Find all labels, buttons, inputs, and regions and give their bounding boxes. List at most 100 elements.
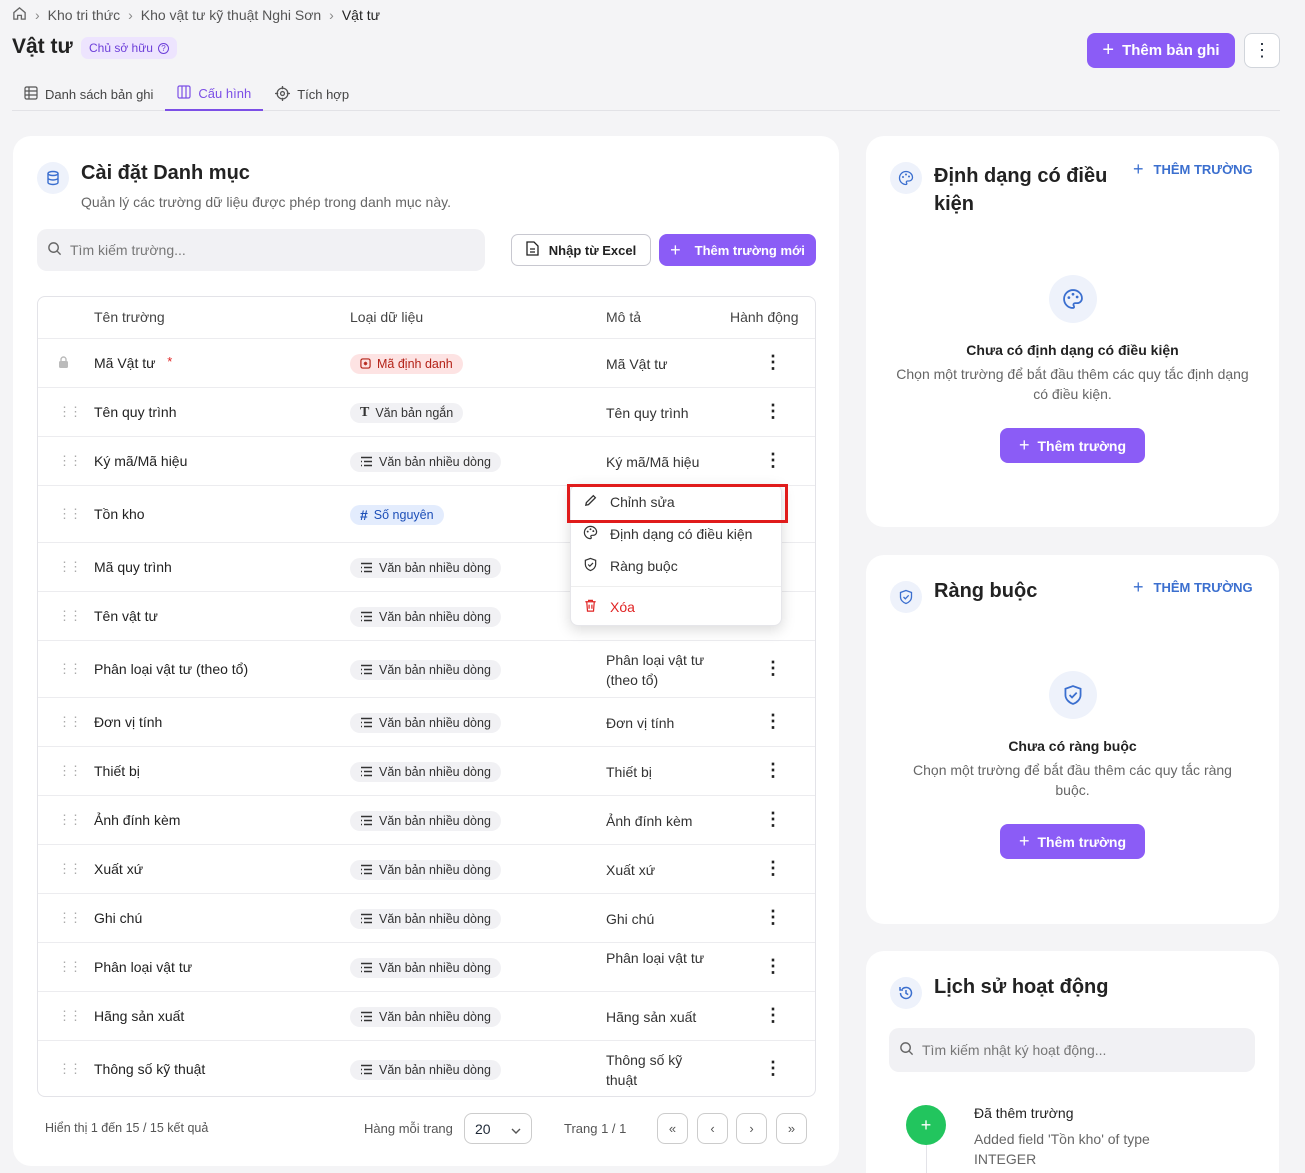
field-name: Ảnh đính kèm <box>94 811 181 828</box>
table-row[interactable]: ⋮⋮ Đơn vị tính Văn bản nhiều dòng Đơn vị tí… <box>38 697 815 746</box>
data-type-badge: # Số nguyên <box>350 504 444 525</box>
table-row[interactable]: ⋮⋮ Thông số kỹ thuật Văn bản nhiều dòng Thô… <box>38 1040 815 1096</box>
shield-icon <box>583 557 598 575</box>
field-search[interactable]: Tìm kiếm trường... <box>37 229 485 271</box>
field-description: Xuất xứ <box>606 861 656 878</box>
tab-config[interactable]: Cấu hình <box>165 78 264 111</box>
data-type-label: Văn bản ngắn <box>375 405 454 420</box>
help-icon[interactable]: ? <box>157 42 169 54</box>
import-excel-button[interactable]: Nhập từ Excel <box>511 234 651 266</box>
more-options-button[interactable]: ⋮ <box>1244 33 1280 68</box>
plus-icon: + <box>1018 831 1030 851</box>
drag-handle-icon[interactable]: ⋮⋮ <box>58 453 82 469</box>
owner-badge: Chủ sở hữu ? <box>81 37 177 59</box>
field-description: Thiết bị <box>606 763 652 780</box>
home-icon[interactable] <box>12 6 27 24</box>
table-icon <box>24 86 38 103</box>
drag-handle-icon[interactable]: ⋮⋮ <box>58 661 82 677</box>
drag-handle-icon[interactable]: ⋮⋮ <box>58 404 82 420</box>
row-actions-button[interactable]: ⋮ <box>764 760 782 781</box>
drag-handle-icon[interactable]: ⋮⋮ <box>58 1061 82 1077</box>
row-actions-button[interactable]: ⋮ <box>764 450 782 471</box>
row-actions-button[interactable]: ⋮ <box>764 401 782 422</box>
id-icon <box>360 358 371 369</box>
field-name: Tên vật tư <box>94 607 158 624</box>
row-actions-button[interactable]: ⋮ <box>764 907 782 928</box>
field-name: Tồn kho <box>94 505 145 522</box>
multiline-text-icon <box>360 717 373 728</box>
drag-handle-icon[interactable]: ⋮⋮ <box>58 1008 82 1024</box>
table-row[interactable]: ⋮⋮ Phân loại vật tư (theo tổ) Văn bản nhiề… <box>38 640 815 697</box>
table-row[interactable]: ⋮⋮ Thiết bị Văn bản nhiều dòng Thiết bị ⋮ <box>38 746 815 795</box>
row-actions-button[interactable]: ⋮ <box>764 858 782 879</box>
data-type-label: Văn bản nhiều dòng <box>379 813 491 828</box>
multiline-text-icon <box>360 1064 373 1075</box>
table-row[interactable]: ⋮⋮ Ký mã/Mã hiệu Văn bản nhiều dòng Ký mã/M… <box>38 436 815 485</box>
column-header-type: Loại dữ liệu <box>350 309 424 325</box>
table-row[interactable]: ⋮⋮ Tên quy trình T Văn bản ngắn Tên quy trìn… <box>38 387 815 436</box>
drag-handle-icon[interactable]: ⋮⋮ <box>58 763 82 779</box>
hash-icon: # <box>360 506 368 523</box>
table-row[interactable]: ⋮⋮ Phân loại vật tư Văn bản nhiều dòng Phân… <box>38 942 815 991</box>
menu-item-constraint-label: Ràng buộc <box>610 558 678 574</box>
conditional-format-empty-subtitle: Chọn một trường để bắt đầu thêm các quy … <box>896 366 1249 402</box>
drag-handle-icon[interactable]: ⋮⋮ <box>58 559 82 575</box>
first-page-button[interactable]: « <box>657 1113 688 1144</box>
column-header-description: Mô tả <box>606 309 642 325</box>
row-actions-button[interactable]: ⋮ <box>764 809 782 830</box>
last-page-button[interactable]: » <box>776 1113 807 1144</box>
field-description: Tên quy trình <box>606 404 689 421</box>
table-row[interactable]: ⋮⋮ Ảnh đính kèm Văn bản nhiều dòng Ảnh đính… <box>38 795 815 844</box>
menu-item-conditional-format[interactable]: Định dạng có điều kiện <box>583 525 752 543</box>
drag-handle-icon[interactable]: ⋮⋮ <box>58 812 82 828</box>
conditional-format-add-button[interactable]: + Thêm trường <box>1000 428 1145 463</box>
row-actions-button[interactable]: ⋮ <box>764 1005 782 1026</box>
row-actions-button[interactable]: ⋮ <box>764 956 782 977</box>
constraints-add-link[interactable]: + THÊM TRƯỜNG <box>1133 577 1253 598</box>
table-row[interactable]: ⋮⋮ Ghi chú Văn bản nhiều dòng Ghi chú ⋮ <box>38 893 815 942</box>
field-description: Thông số kỹ thuật <box>606 1051 683 1088</box>
data-type-label: Văn bản nhiều dòng <box>379 715 491 730</box>
breadcrumb-item[interactable]: Kho vật tư kỹ thuật Nghi Sơn <box>141 7 321 23</box>
activity-search-placeholder: Tìm kiếm nhật ký hoạt động... <box>922 1042 1107 1058</box>
drag-handle-icon[interactable]: ⋮⋮ <box>58 714 82 730</box>
constraints-add-button[interactable]: + Thêm trường <box>1000 824 1145 859</box>
table-row[interactable]: Mã Vật tư * Mã định danh Mã Vật tư ⋮ <box>38 338 815 387</box>
drag-handle-icon[interactable]: ⋮⋮ <box>58 910 82 926</box>
data-type-badge: Văn bản nhiều dòng <box>350 659 501 680</box>
row-actions-button[interactable]: ⋮ <box>764 711 782 732</box>
table-row[interactable]: ⋮⋮ Xuất xứ Văn bản nhiều dòng Xuất xứ ⋮ <box>38 844 815 893</box>
add-new-field-button[interactable]: + Thêm trường mới <box>659 234 816 266</box>
conditional-format-add-button-label: Thêm trường <box>1037 437 1127 454</box>
constraints-add-link-label: THÊM TRƯỜNG <box>1153 580 1253 595</box>
lock-icon <box>58 355 69 372</box>
history-item-detail: Added field 'Tồn kho' of type INTEGER <box>974 1131 1150 1167</box>
add-record-button[interactable]: + Thêm bản ghi <box>1087 33 1235 68</box>
row-actions-button[interactable]: ⋮ <box>764 658 782 679</box>
table-row[interactable]: ⋮⋮ Hãng sản xuất Văn bản nhiều dòng Hãng sả… <box>38 991 815 1040</box>
drag-handle-icon[interactable]: ⋮⋮ <box>58 861 82 877</box>
rows-per-page-label: Hàng mỗi trang <box>364 1121 453 1136</box>
menu-item-delete[interactable]: Xóa <box>583 598 635 616</box>
prev-page-button[interactable]: ‹ <box>697 1113 728 1144</box>
tab-integration[interactable]: Tích hợp <box>263 78 361 111</box>
field-description: Hãng sản xuất <box>606 1008 697 1025</box>
next-page-button[interactable]: › <box>736 1113 767 1144</box>
data-type-label: Văn bản nhiều dòng <box>379 862 491 877</box>
breadcrumb-item[interactable]: Kho tri thức <box>48 7 120 23</box>
menu-item-constraint[interactable]: Ràng buộc <box>583 557 678 575</box>
import-excel-label: Nhập từ Excel <box>548 242 637 258</box>
row-actions-button[interactable]: ⋮ <box>764 352 782 373</box>
activity-search[interactable]: Tìm kiếm nhật ký hoạt động... <box>889 1028 1255 1072</box>
drag-handle-icon[interactable]: ⋮⋮ <box>58 506 82 522</box>
rows-per-page-select[interactable]: 20 <box>464 1113 532 1144</box>
drag-handle-icon[interactable]: ⋮⋮ <box>58 608 82 624</box>
conditional-format-add-link[interactable]: + THÊM TRƯỜNG <box>1133 159 1253 180</box>
plus-icon: + <box>1133 159 1144 179</box>
tab-records[interactable]: Danh sách bản ghi <box>12 78 165 111</box>
shield-icon <box>1049 671 1097 719</box>
row-actions-button[interactable]: ⋮ <box>764 1058 782 1079</box>
drag-handle-icon[interactable]: ⋮⋮ <box>58 959 82 975</box>
field-name: Thiết bị <box>94 762 140 779</box>
multiline-text-icon <box>360 611 373 622</box>
